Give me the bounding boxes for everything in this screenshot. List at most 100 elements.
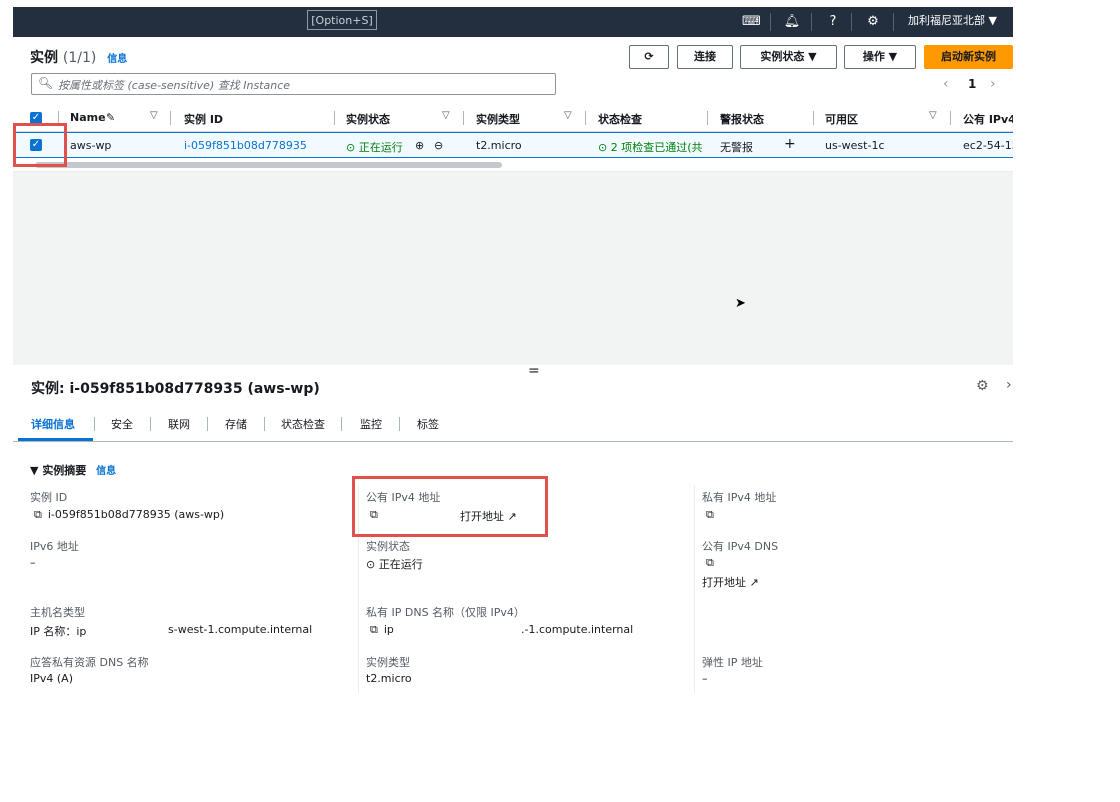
- detail-title: 实例: i-059f851b08d778935 (aws-wp): [31, 381, 320, 397]
- answer-dns-value: IPv4 (A): [30, 672, 73, 685]
- row-type: t2.micro: [476, 139, 522, 152]
- elastic-ip-label: 弹性 IP 地址: [702, 656, 763, 669]
- check-circle-icon: ⊙: [366, 558, 376, 571]
- row-instance-id[interactable]: i-059f851b08d778935: [184, 139, 307, 152]
- private-dns-label: 私有 IP DNS 名称（仅限 IPv4）: [366, 606, 525, 619]
- launch-instance-button[interactable]: 启动新实例: [924, 45, 1013, 69]
- instance-type-value: t2.micro: [366, 672, 412, 685]
- column-state[interactable]: 实例状态: [346, 111, 390, 127]
- public-dns-open-link[interactable]: 打开地址 ↗: [702, 574, 759, 590]
- instance-count: (1/1): [62, 50, 97, 66]
- info-link[interactable]: 信息: [107, 54, 127, 65]
- column-status-check[interactable]: 状态检查: [598, 111, 642, 127]
- copy-icon[interactable]: ⧉: [706, 508, 714, 521]
- resize-handle[interactable]: =: [528, 363, 540, 379]
- title-text: 实例: [30, 50, 58, 66]
- sort-icon[interactable]: ▽: [150, 110, 158, 121]
- column-instance-id[interactable]: 实例 ID: [184, 111, 223, 127]
- highlight-checkbox: [13, 123, 67, 167]
- actions-button[interactable]: 操作 ▼: [844, 45, 916, 69]
- row-alarm: 无警报: [720, 141, 753, 154]
- active-tab-indicator: [18, 438, 93, 441]
- connect-button[interactable]: 连接: [677, 45, 733, 69]
- caret-down-icon: ▼: [30, 464, 39, 477]
- next-page-icon[interactable]: ›: [990, 76, 996, 92]
- tab-networking[interactable]: 联网: [168, 416, 190, 432]
- summary-section-toggle[interactable]: ▼ 实例摘要 信息: [30, 462, 116, 478]
- instance-state-button[interactable]: 实例状态 ▼: [740, 45, 837, 69]
- instance-id-label: 实例 ID: [30, 491, 68, 504]
- copy-icon[interactable]: ⧉: [706, 556, 714, 569]
- column-az[interactable]: 可用区: [825, 111, 858, 127]
- row-name: aws-wp: [70, 139, 112, 152]
- search-icon: 🔍︎: [38, 76, 54, 90]
- tab-tags[interactable]: 标签: [417, 416, 439, 432]
- tab-monitoring[interactable]: 监控: [360, 416, 382, 432]
- open-address-text: 打开地址: [702, 576, 746, 589]
- private-dns-prefix: ip: [383, 623, 394, 636]
- tab-details[interactable]: 详细信息: [31, 416, 75, 432]
- ec2-console: [Option+S] ⌨ 🔔︎ ? ⚙ 加利福尼亚北部 ▼ 实例 (1/1) 信…: [13, 7, 1013, 693]
- ipv6-value: –: [30, 556, 36, 569]
- row-status-check-text: 2 项检查已通过(共: [610, 141, 703, 154]
- page-number[interactable]: 1: [968, 77, 976, 91]
- add-alarm-icon[interactable]: +: [784, 136, 796, 152]
- search-input[interactable]: 🔍︎ 按属性或标签 (case-sensitive) 查找 Instance: [31, 73, 556, 95]
- zoom-in-icon[interactable]: ⊕: [415, 139, 424, 152]
- sort-icon[interactable]: ▽: [442, 110, 450, 121]
- summary-info-link[interactable]: 信息: [96, 466, 116, 477]
- private-ipv4-value: ⧉: [706, 508, 720, 522]
- table-header: ✓ Name ✎ ▽ 实例 ID 实例状态 ▽ 实例类型 ▽ 状态检查 警报状态…: [13, 105, 1013, 132]
- hostname-prefix: IP 名称：ip: [30, 625, 87, 638]
- sort-icon[interactable]: ▽: [929, 110, 937, 121]
- row-az: us-west-1c: [825, 139, 885, 152]
- table-row[interactable]: ✓ aws-wp i-059f851b08d778935 ⊙ 正在运行 ⊕ ⊖ …: [13, 132, 1013, 158]
- refresh-button[interactable]: ⟳: [629, 45, 669, 69]
- private-dns-suffix: .-1.compute.internal: [521, 623, 634, 636]
- row-public-ipv4: ec2-54-15: [963, 139, 1013, 152]
- close-panel-icon[interactable]: ›: [1006, 377, 1012, 393]
- public-dns-label: 公有 IPv4 DNS: [702, 540, 779, 553]
- copy-icon[interactable]: ⧉: [34, 508, 42, 521]
- previous-page-icon[interactable]: ‹: [943, 76, 949, 92]
- horizontal-scrollbar[interactable]: [35, 162, 502, 168]
- check-circle-icon: ⊙: [346, 141, 356, 154]
- copy-icon[interactable]: ⧉: [370, 623, 378, 636]
- edit-icon[interactable]: ✎: [106, 111, 115, 124]
- column-public-ipv4[interactable]: 公有 IPv4: [963, 111, 1013, 127]
- instance-id-text: i-059f851b08d778935 (aws-wp): [47, 508, 225, 521]
- search-shortcut[interactable]: [Option+S]: [307, 10, 377, 30]
- bell-icon[interactable]: 🔔︎: [783, 13, 801, 31]
- help-icon[interactable]: ?: [824, 13, 842, 31]
- hostname-type-label: 主机名类型: [30, 606, 85, 619]
- check-circle-icon: ⊙: [598, 141, 608, 154]
- cloudshell-icon[interactable]: ⌨: [742, 13, 761, 31]
- highlight-public-ipv4: [352, 476, 548, 537]
- gear-icon[interactable]: ⚙: [976, 378, 989, 394]
- column-alarm[interactable]: 警报状态: [720, 111, 764, 127]
- tab-storage[interactable]: 存储: [225, 416, 247, 432]
- region-selector[interactable]: 加利福尼亚北部 ▼: [908, 7, 997, 37]
- page-title: 实例 (1/1) 信息: [30, 47, 127, 67]
- ipv6-label: IPv6 地址: [30, 540, 79, 553]
- gear-icon[interactable]: ⚙: [864, 13, 882, 31]
- state-value: ⊙ 正在运行: [366, 556, 423, 572]
- column-type[interactable]: 实例类型: [476, 111, 520, 127]
- public-dns-value: ⧉: [706, 556, 720, 570]
- row-status-check: ⊙ 2 项检查已通过(共: [598, 139, 703, 155]
- row-state: ⊙ 正在运行: [346, 139, 403, 155]
- state-text: 正在运行: [378, 558, 423, 571]
- state-label: 实例状态: [366, 540, 410, 553]
- tab-status-checks[interactable]: 状态检查: [281, 416, 325, 432]
- row-state-text: 正在运行: [358, 141, 403, 154]
- detail-tabs: 详细信息 安全 联网 存储 状态检查 监控 标签: [13, 411, 1013, 442]
- mouse-cursor-icon: ➤: [735, 296, 746, 311]
- tab-security[interactable]: 安全: [111, 416, 133, 432]
- search-placeholder: 按属性或标签 (case-sensitive) 查找 Instance: [58, 79, 291, 92]
- top-navigation-bar: [Option+S] ⌨ 🔔︎ ? ⚙ 加利福尼亚北部 ▼: [13, 7, 1013, 37]
- zoom-out-icon[interactable]: ⊖: [434, 139, 443, 152]
- summary-title-text: 实例摘要: [42, 464, 87, 477]
- sort-icon[interactable]: ▽: [564, 110, 572, 121]
- column-name[interactable]: Name: [70, 111, 106, 124]
- external-link-icon: ↗: [749, 576, 759, 589]
